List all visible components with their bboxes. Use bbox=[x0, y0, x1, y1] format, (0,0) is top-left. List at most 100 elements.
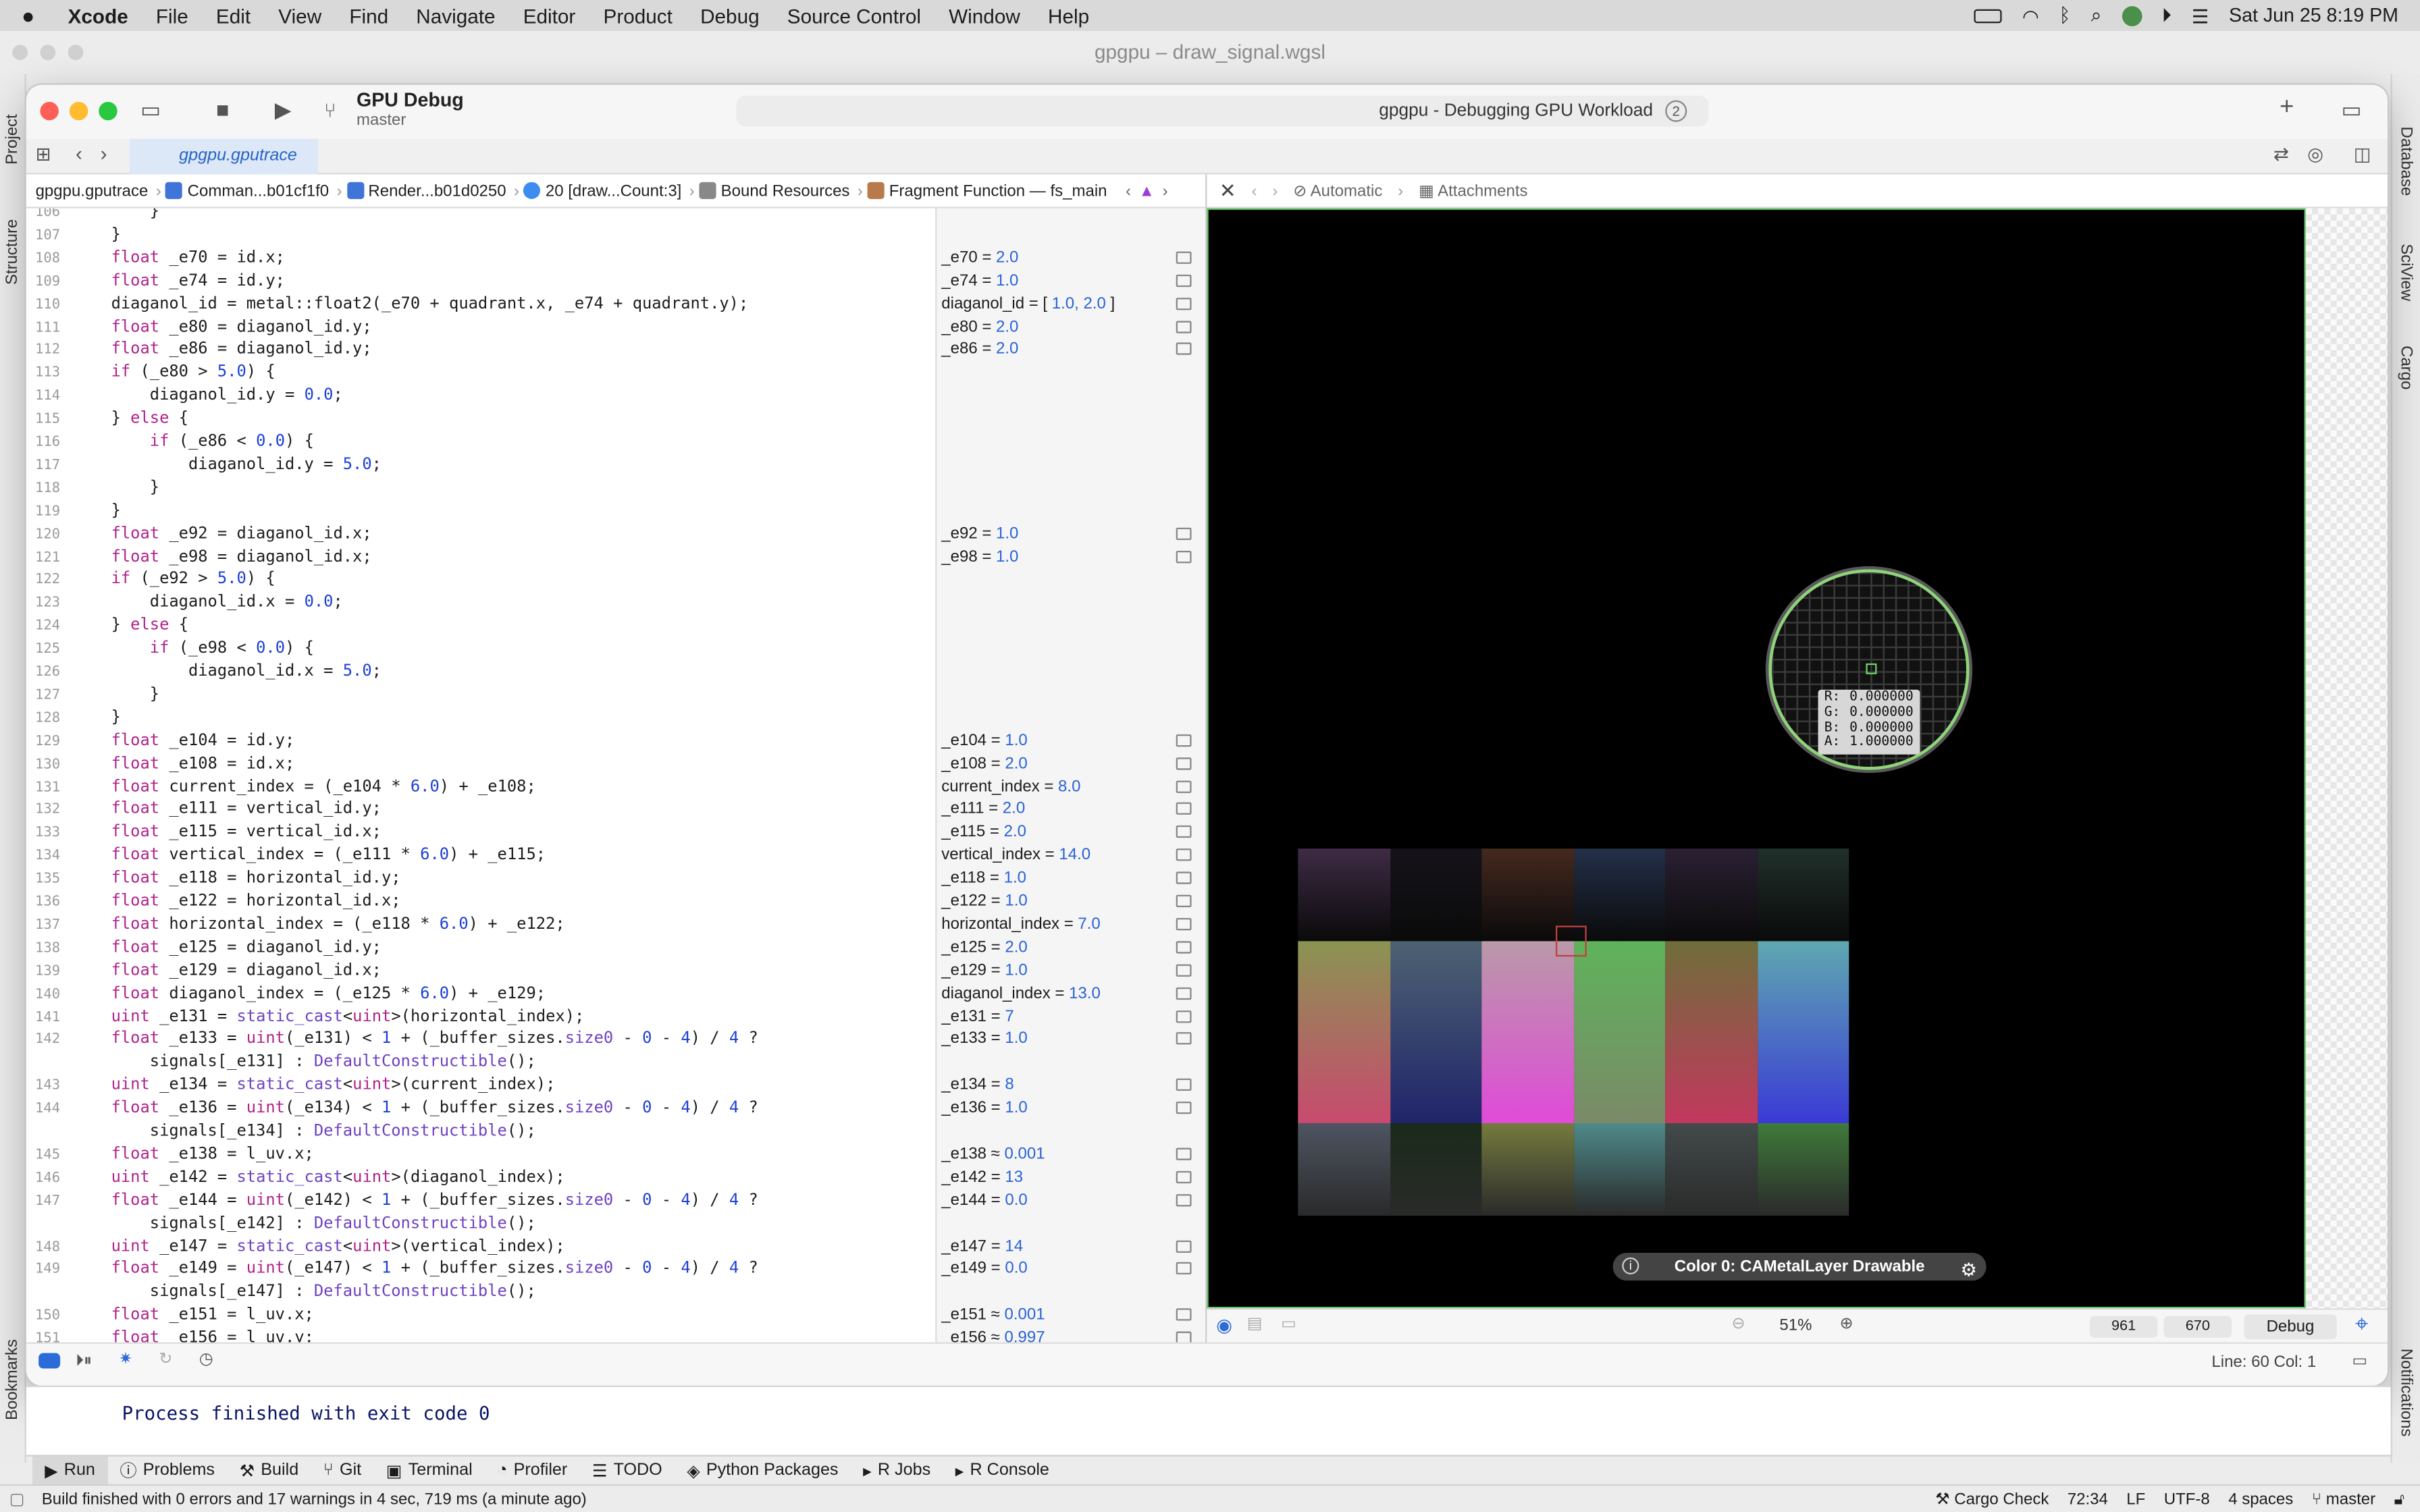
bluetooth-icon[interactable]: ᛒ bbox=[2059, 5, 2071, 26]
tab-structure[interactable]: Structure bbox=[3, 219, 22, 285]
code-line[interactable]: 109 float _e74 = id.y; bbox=[26, 269, 937, 292]
code-line[interactable]: 142 float _e133 = uint(_e131) < 1 + (_buf… bbox=[26, 1028, 937, 1051]
quick-look-icon[interactable] bbox=[1176, 894, 1192, 907]
tab-sciview[interactable]: SciView bbox=[2397, 244, 2415, 301]
close-viewer-icon[interactable]: ✕ bbox=[1219, 178, 1236, 203]
tab-build[interactable]: ⚒ Build bbox=[227, 1456, 311, 1485]
code-line[interactable]: 130 float _e108 = id.x; bbox=[26, 752, 937, 775]
zoom-in-icon[interactable]: ⊕ bbox=[1840, 1314, 1853, 1332]
code-line[interactable]: 145 float _e138 = l_uv.x; bbox=[26, 1143, 937, 1166]
console-toggle-icon[interactable]: ▭ bbox=[2352, 1351, 2367, 1370]
code-line[interactable]: 114 diaganol_id.y = 0.0; bbox=[26, 385, 937, 408]
related-icon[interactable]: ◎ bbox=[2307, 144, 2323, 165]
code-line[interactable]: 135 float _e118 = horizontal_id.y; bbox=[26, 867, 937, 890]
crosshair-icon[interactable]: ⌖ bbox=[2355, 1312, 2368, 1338]
zoom-button[interactable] bbox=[99, 101, 117, 121]
menu-debug[interactable]: Debug bbox=[700, 4, 760, 27]
code-line[interactable]: 146 uint _e142 = static_cast<uint>(diagan… bbox=[26, 1166, 937, 1189]
variable-value[interactable]: horizontal_index = 7.0 bbox=[941, 913, 1204, 936]
crumb-render[interactable]: Render...b01d0250 bbox=[346, 182, 506, 200]
quick-look-icon[interactable] bbox=[1176, 274, 1192, 287]
crumb-attachments[interactable]: ▦ Attachments bbox=[1419, 182, 1527, 200]
code-line[interactable]: 116 if (_e86 < 0.0) { bbox=[26, 431, 937, 454]
variable-value[interactable]: _e149 = 0.0 bbox=[941, 1258, 1204, 1281]
code-line[interactable]: 115} else { bbox=[26, 408, 937, 431]
debug-icon[interactable]: ✷ bbox=[119, 1350, 132, 1368]
apple-icon[interactable]: ● bbox=[22, 3, 43, 28]
minimize-button[interactable] bbox=[69, 101, 88, 121]
prev-issue-icon[interactable]: ‹ bbox=[1126, 182, 1131, 200]
quick-look-icon[interactable] bbox=[1176, 848, 1192, 861]
quick-look-icon[interactable] bbox=[1176, 1239, 1192, 1252]
quick-look-icon[interactable] bbox=[1176, 1033, 1192, 1046]
code-line[interactable]: 151 float _e156 = l_uv.y; bbox=[26, 1327, 937, 1342]
crumb-automatic[interactable]: ⊘ Automatic bbox=[1293, 182, 1382, 200]
indent-setting[interactable]: 4 spaces bbox=[2228, 1486, 2293, 1512]
code-line[interactable]: 138 float _e125 = diaganol_id.y; bbox=[26, 936, 937, 959]
viewer-forward-icon[interactable]: › bbox=[1272, 182, 1278, 200]
variable-value[interactable]: vertical_index = 14.0 bbox=[941, 844, 1204, 867]
variable-value[interactable]: _e92 = 1.0 bbox=[941, 522, 1204, 545]
code-line[interactable]: 110 diaganol_id = metal::float2(_e70 + qu… bbox=[26, 292, 937, 315]
code-line[interactable]: 121 float _e98 = diaganol_id.x; bbox=[26, 545, 937, 568]
quick-look-icon[interactable] bbox=[1176, 1193, 1192, 1206]
crumb-command[interactable]: Comman...b01cf1f0 bbox=[165, 182, 329, 200]
source-editor[interactable]: 106 } 107} 108 float _e70 = id.x; 109 float _… bbox=[26, 209, 937, 1343]
add-icon[interactable]: + bbox=[2280, 94, 2294, 122]
back-icon[interactable]: ‹ bbox=[76, 142, 82, 165]
code-line[interactable]: 140 float diaganol_index = (_e125 * 6.0) … bbox=[26, 982, 937, 1005]
quick-look-icon[interactable] bbox=[1176, 757, 1192, 770]
code-line[interactable]: 120 float _e92 = diaganol_id.x; bbox=[26, 522, 937, 545]
tab-python-packages[interactable]: ◈ Python Packages bbox=[675, 1456, 851, 1485]
tab-problems[interactable]: ⓘ Problems bbox=[107, 1456, 227, 1485]
variable-value[interactable]: _e151 ≈ 0.001 bbox=[941, 1304, 1204, 1327]
wifi-icon[interactable]: ◠ bbox=[2022, 4, 2039, 27]
code-line[interactable]: 137 float horizontal_index = (_e118 * 6.0… bbox=[26, 913, 937, 936]
framebuffer-canvas[interactable]: R: 0.000000 G: 0.000000 B: 0.000000 A: 1.000000… bbox=[1207, 208, 2306, 1309]
scheme-selector[interactable]: GPU Debug master bbox=[357, 90, 464, 130]
quick-look-icon[interactable] bbox=[1176, 871, 1192, 884]
tab-run[interactable]: ▶ Run bbox=[32, 1455, 108, 1485]
code-line[interactable]: 128} bbox=[26, 706, 937, 729]
quick-look-icon[interactable] bbox=[1176, 1009, 1192, 1023]
code-line[interactable]: 113 if (_e80 > 5.0) { bbox=[26, 362, 937, 385]
code-line[interactable]: 112 float _e86 = diaganol_id.y; bbox=[26, 338, 937, 361]
code-line[interactable]: 147 float _e144 = uint(_e142) < 1 + (_buf… bbox=[26, 1189, 937, 1212]
code-line[interactable]: 126 diaganol_id.x = 5.0; bbox=[26, 660, 937, 683]
quick-look-icon[interactable] bbox=[1176, 1148, 1192, 1160]
quick-look-icon[interactable] bbox=[1176, 320, 1192, 333]
grid-icon[interactable]: ⊞ bbox=[36, 144, 51, 165]
continue-icon[interactable]: ⏵⏸ bbox=[76, 1351, 92, 1372]
caret-position[interactable]: 72:34 bbox=[2068, 1486, 2108, 1512]
lock-icon[interactable]: 🔓︎ bbox=[2394, 1486, 2405, 1512]
tab-notifications[interactable]: Notifications bbox=[2397, 1349, 2415, 1437]
code-line[interactable]: 125 if (_e98 < 0.0) { bbox=[26, 637, 937, 660]
tab-gputrace[interactable]: gpgpu.gputrace bbox=[129, 138, 318, 175]
status-toggle-icon[interactable]: ▢ bbox=[9, 1486, 25, 1512]
crumb-bound-resources[interactable]: Bound Resources bbox=[699, 182, 849, 200]
battery-icon[interactable] bbox=[1974, 8, 2003, 23]
menu-view[interactable]: View bbox=[278, 4, 321, 27]
code-line[interactable]: signals[_e131] : DefaultConstructible(); bbox=[26, 1051, 937, 1074]
quick-look-icon[interactable] bbox=[1176, 826, 1192, 838]
forward-icon[interactable]: › bbox=[101, 142, 107, 165]
quick-look-icon[interactable] bbox=[1176, 986, 1192, 1000]
variable-value[interactable]: _e134 = 8 bbox=[941, 1074, 1204, 1097]
tab-git[interactable]: ⑂ Git bbox=[311, 1456, 373, 1485]
variable-value[interactable]: _e104 = 1.0 bbox=[941, 729, 1204, 752]
code-line[interactable]: signals[_e134] : DefaultConstructible(); bbox=[26, 1120, 937, 1143]
build-status[interactable]: Build finished with 0 errors and 17 warn… bbox=[42, 1486, 587, 1512]
crumb-gputrace[interactable]: gpgpu.gputrace bbox=[36, 182, 149, 200]
crumb-fragment-function[interactable]: Fragment Function — fs_main bbox=[867, 182, 1107, 200]
quick-look-icon[interactable] bbox=[1176, 343, 1192, 356]
variable-value[interactable]: _e136 = 1.0 bbox=[941, 1097, 1204, 1120]
info-icon[interactable]: i bbox=[1622, 1257, 1639, 1274]
quick-look-icon[interactable] bbox=[1176, 526, 1192, 540]
tab-project[interactable]: Project bbox=[3, 114, 22, 165]
code-line[interactable]: 124} else { bbox=[26, 614, 937, 637]
quick-look-icon[interactable] bbox=[1176, 251, 1192, 264]
file-encoding[interactable]: UTF-8 bbox=[2164, 1486, 2210, 1512]
color-picker-icon[interactable]: ◉ bbox=[1216, 1314, 1232, 1336]
cargo-check-status[interactable]: ⚒ Cargo Check bbox=[1935, 1486, 2049, 1512]
variable-value[interactable]: _e138 ≈ 0.001 bbox=[941, 1143, 1204, 1166]
